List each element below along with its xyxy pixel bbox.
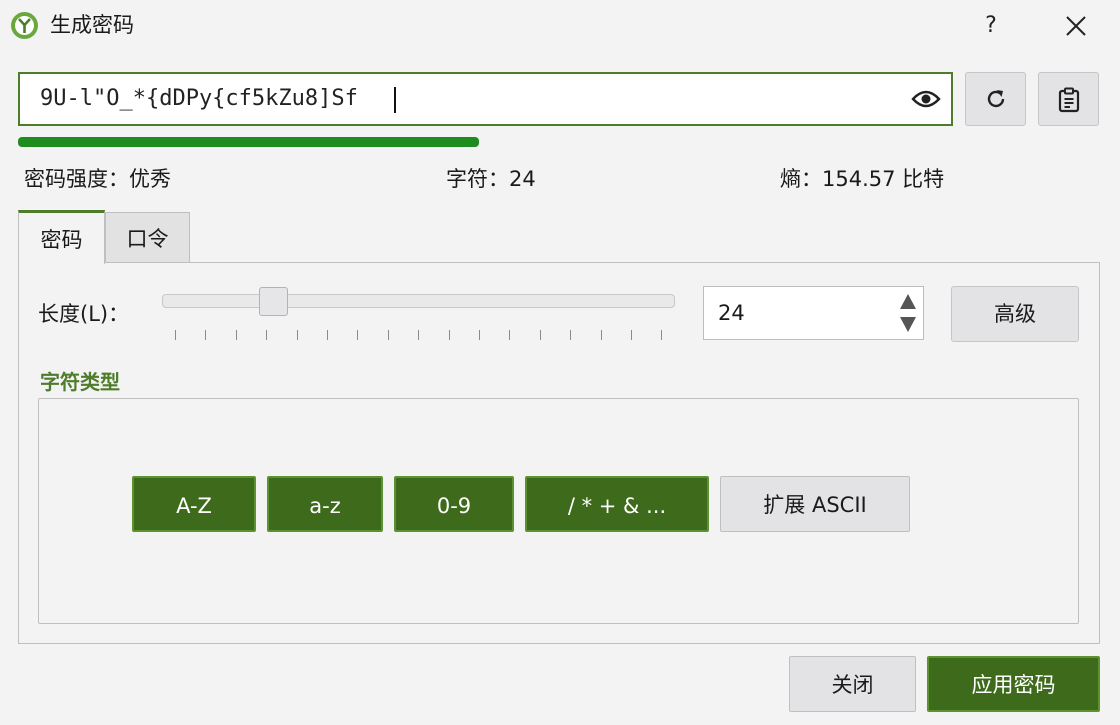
slider-tick xyxy=(600,330,602,340)
help-button[interactable]: ? xyxy=(965,8,1017,44)
copy-to-clipboard-button[interactable] xyxy=(1038,72,1099,126)
slider-tick xyxy=(296,330,298,340)
strength-meter xyxy=(18,137,738,147)
password-input[interactable]: 9U-l"O_*{dDPy{cf5kZu8]Sf xyxy=(18,72,953,126)
length-spinbox[interactable]: 24 xyxy=(703,286,924,340)
uppercase-toggle[interactable]: A-Z xyxy=(132,476,256,532)
special-chars-toggle[interactable]: / * + & ... xyxy=(525,476,709,532)
text-caret xyxy=(394,87,396,113)
tab-passphrase[interactable]: 口令 xyxy=(105,212,190,262)
spin-down-icon xyxy=(900,317,916,332)
regenerate-button[interactable] xyxy=(965,72,1026,126)
character-count: 字符：24 xyxy=(446,167,536,191)
slider-tick xyxy=(448,330,450,340)
window-title: 生成密码 xyxy=(50,13,134,37)
close-button[interactable]: 关闭 xyxy=(789,656,916,712)
slider-tick xyxy=(418,330,420,340)
slider-tick xyxy=(327,330,328,340)
slider-tick xyxy=(175,330,176,340)
slider-tick xyxy=(357,330,359,340)
slider-tick xyxy=(631,330,632,340)
password-text[interactable]: 9U-l"O_*{dDPy{cf5kZu8]Sf xyxy=(40,74,358,124)
digits-toggle[interactable]: 0-9 xyxy=(394,476,514,532)
slider-tick xyxy=(661,330,663,340)
clipboard-icon xyxy=(1058,87,1079,113)
length-value[interactable]: 24 xyxy=(718,287,745,339)
advanced-button[interactable]: 高级 xyxy=(951,286,1079,342)
slider-tick xyxy=(479,330,480,340)
strength-meter-fill xyxy=(18,137,479,147)
length-label: 长度(L)： xyxy=(38,302,130,326)
close-icon xyxy=(1066,16,1086,36)
slider-tick xyxy=(266,330,268,340)
tab-password[interactable]: 密码 xyxy=(18,210,105,264)
slider-tick xyxy=(205,330,207,340)
extended-ascii-toggle[interactable]: 扩展 ASCII xyxy=(720,476,910,532)
length-slider-handle[interactable] xyxy=(258,287,288,316)
title-bar xyxy=(0,0,1120,52)
refresh-icon xyxy=(987,90,1004,108)
eye-icon[interactable] xyxy=(911,87,941,111)
keepassxc-icon xyxy=(10,11,39,40)
spin-up-icon xyxy=(900,294,916,309)
close-window-button[interactable] xyxy=(1048,8,1104,44)
lowercase-toggle[interactable]: a-z xyxy=(267,476,383,532)
entropy: 熵：154.57 比特 xyxy=(780,167,945,191)
slider-tick xyxy=(539,330,541,340)
password-strength: 密码强度：优秀 xyxy=(24,167,171,191)
slider-tick xyxy=(387,330,389,340)
spin-arrows[interactable] xyxy=(896,291,920,335)
char-types-title: 字符类型 xyxy=(38,366,126,398)
slider-tick xyxy=(570,330,572,340)
slider-tick xyxy=(509,330,511,340)
length-slider[interactable] xyxy=(162,294,675,308)
apply-password-button[interactable]: 应用密码 xyxy=(927,656,1100,712)
slider-tick xyxy=(235,330,237,340)
